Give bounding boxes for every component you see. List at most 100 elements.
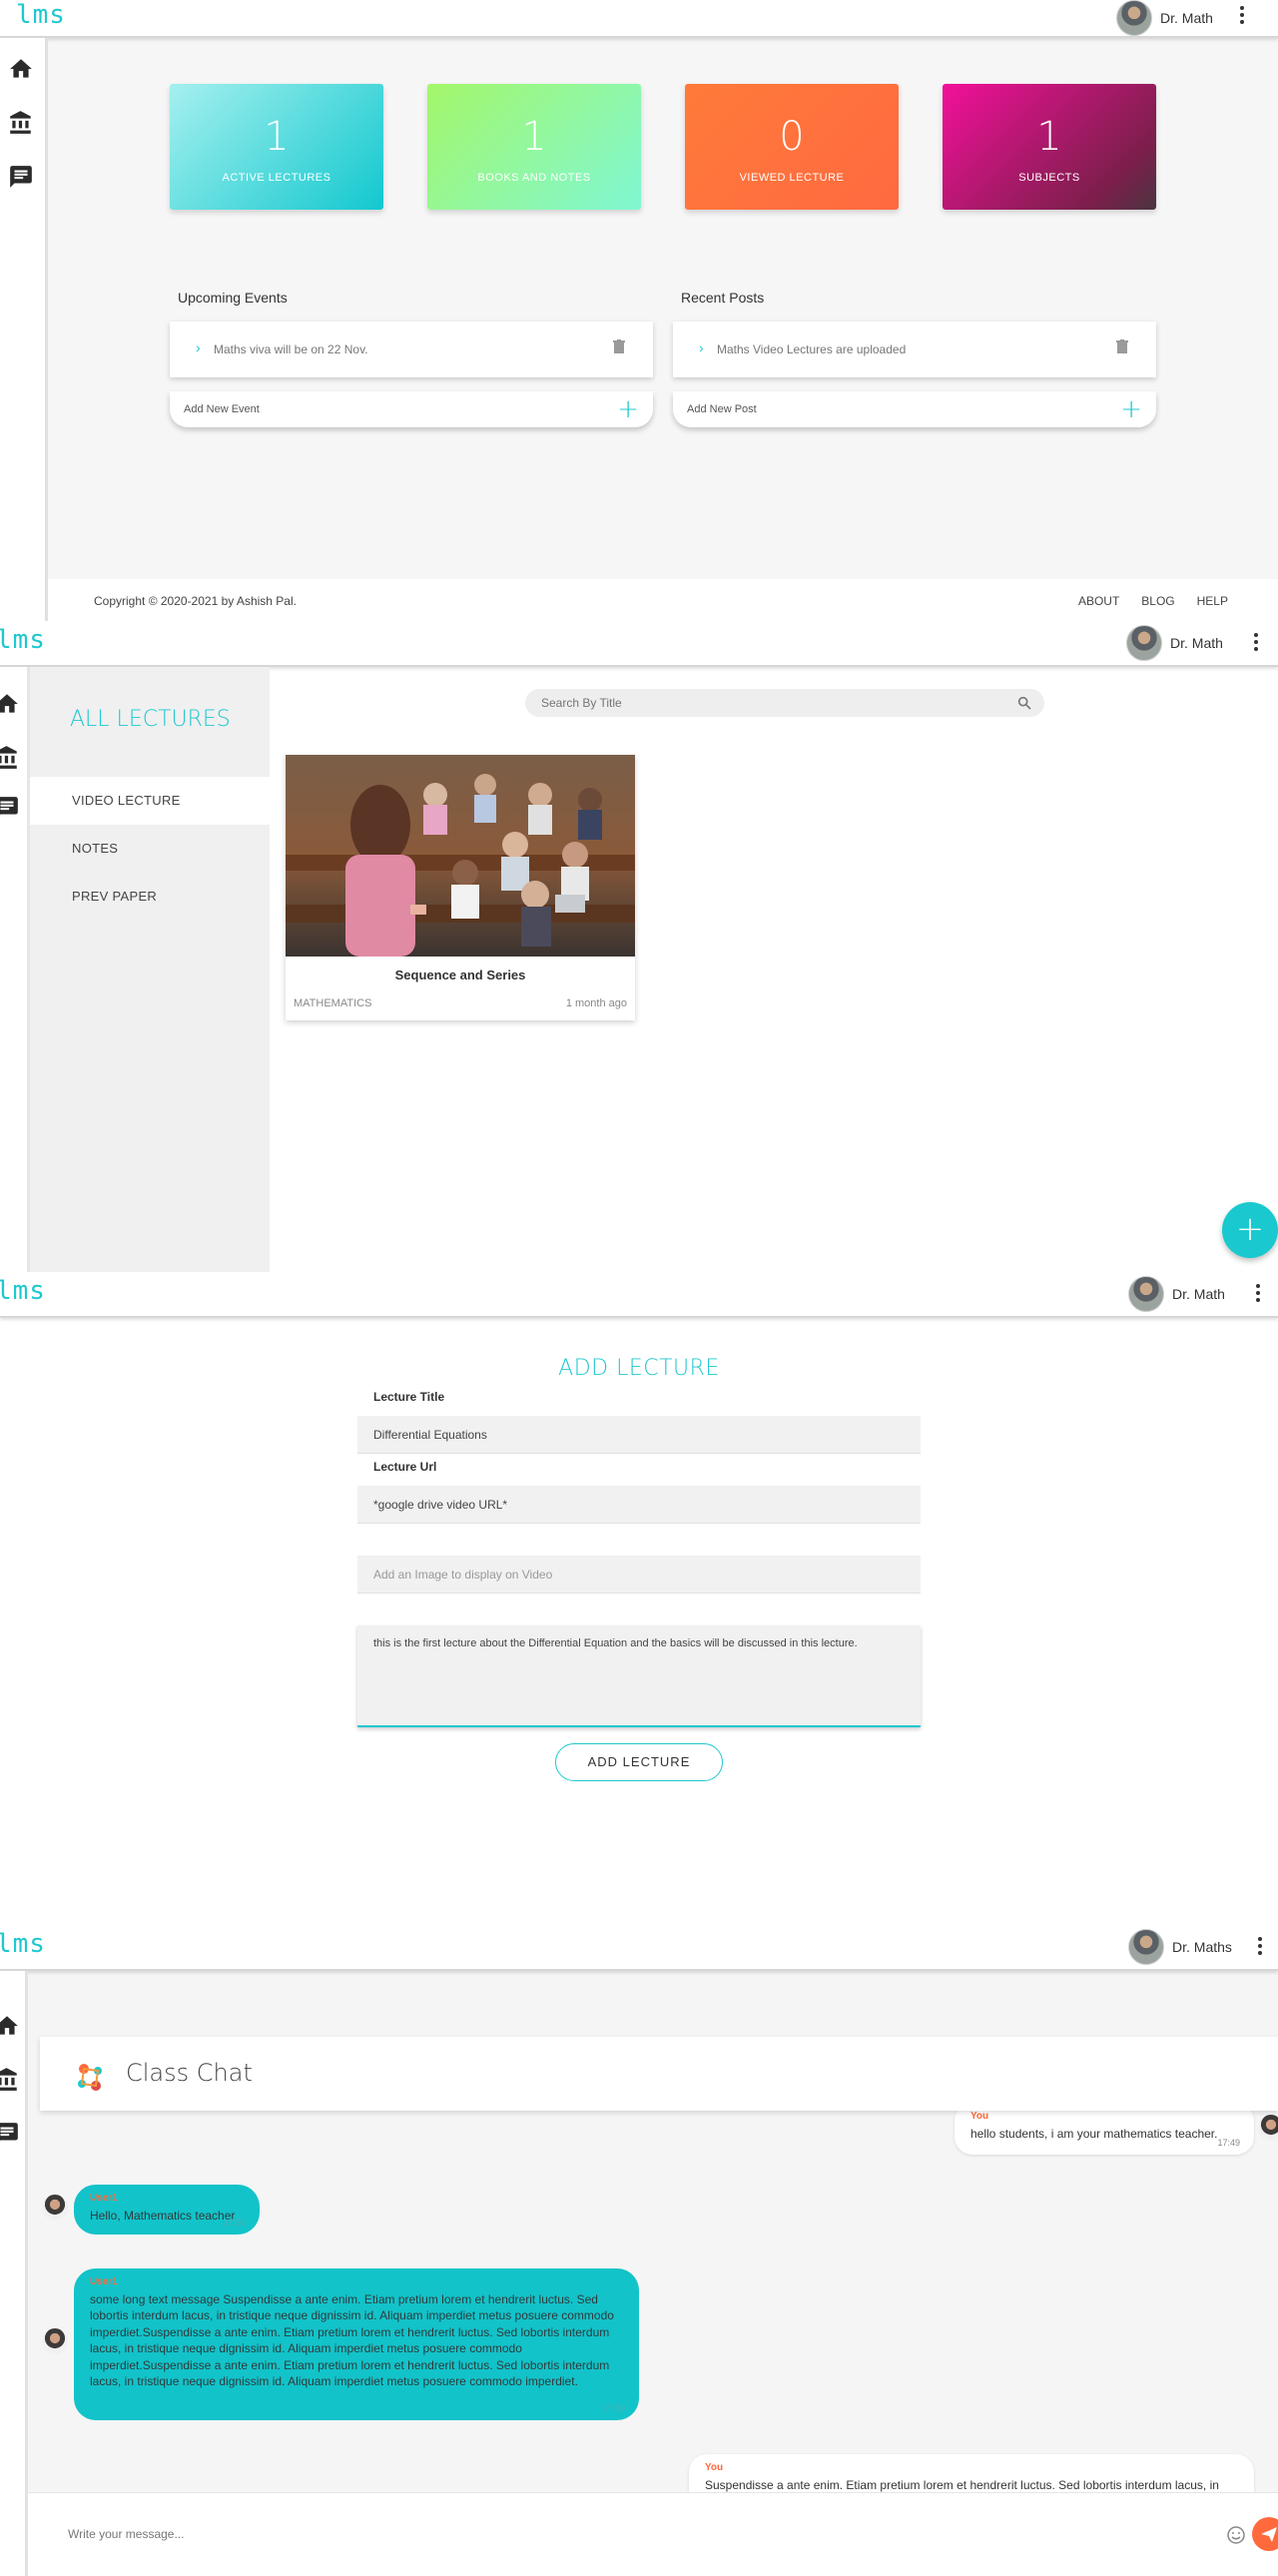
- left-nav-rail: [0, 1971, 28, 2576]
- plus-icon[interactable]: +: [617, 396, 639, 422]
- lecture-subject: MATHEMATICS: [294, 997, 372, 1009]
- trash-icon[interactable]: [1116, 339, 1128, 353]
- user-menu[interactable]: Dr. Maths: [1128, 1929, 1232, 1965]
- event-item[interactable]: › Maths viva will be on 22 Nov.: [170, 322, 653, 377]
- event-text: Maths viva will be on 22 Nov.: [214, 342, 368, 356]
- chat-icon[interactable]: [0, 795, 22, 823]
- search-bar: [525, 689, 1044, 717]
- user-menu[interactable]: Dr. Math: [1116, 0, 1213, 36]
- chat-message-incoming[interactable]: User1 Hello, Mathematics teacher 17:50: [74, 2185, 260, 2235]
- stat-label: SUBJECTS: [1018, 172, 1080, 184]
- stat-card-books-notes[interactable]: 1 BOOKS AND NOTES: [427, 84, 641, 210]
- message-time: 17:50: [602, 2402, 625, 2413]
- lecture-description-input[interactable]: this is the first lecture about the Diff…: [357, 1625, 921, 1727]
- user-name: Dr. Math: [1160, 10, 1213, 26]
- trash-icon[interactable]: [613, 339, 625, 353]
- chat-message-incoming[interactable]: User1 some long text message Suspendisse…: [74, 2268, 639, 2420]
- all-lectures-heading: ALL LECTURES: [70, 707, 231, 732]
- more-options-icon[interactable]: [1248, 1278, 1268, 1308]
- lecture-url-input[interactable]: [357, 1486, 921, 1524]
- lectures-side-panel: ALL LECTURES VIDEO LECTURE NOTES PREV PA…: [30, 667, 270, 1272]
- add-event-label: Add New Event: [184, 403, 260, 415]
- user-menu[interactable]: Dr. Math: [1128, 1276, 1225, 1312]
- send-icon: [1261, 2527, 1277, 2542]
- left-nav-rail: [0, 667, 30, 1272]
- avatar: [1258, 2115, 1278, 2141]
- more-options-icon[interactable]: [1232, 0, 1252, 30]
- footer-link-help[interactable]: HELP: [1197, 594, 1228, 608]
- search-icon[interactable]: [1016, 695, 1032, 711]
- nav-prev-paper[interactable]: PREV PAPER: [30, 873, 270, 921]
- plus-icon[interactable]: +: [1120, 396, 1142, 422]
- lectures-screen: lms Dr. Math ALL LECTURES VIDEO LECTURE …: [0, 621, 1278, 1272]
- library-icon[interactable]: [0, 2067, 22, 2095]
- app-logo[interactable]: lms: [16, 0, 66, 30]
- post-item[interactable]: › Maths Video Lectures are uploaded: [673, 322, 1156, 377]
- more-options-icon[interactable]: [1250, 1931, 1270, 1961]
- message-sender: User1: [90, 2193, 118, 2204]
- stat-card-viewed-lecture[interactable]: 0 VIEWED LECTURE: [685, 84, 899, 210]
- add-post-row[interactable]: Add New Post +: [673, 391, 1156, 427]
- lecture-image-input[interactable]: [357, 1556, 921, 1594]
- chat-screen: lms Dr. Maths You hello students, i am y…: [0, 1923, 1278, 2576]
- avatar: [42, 2328, 68, 2354]
- top-bar: lms Dr. Math: [0, 621, 1278, 667]
- stat-card-subjects[interactable]: 1 SUBJECTS: [943, 84, 1156, 210]
- home-icon[interactable]: [8, 56, 36, 84]
- add-lecture-button[interactable]: ADD LECTURE: [555, 1743, 723, 1781]
- avatar[interactable]: [1116, 0, 1152, 36]
- avatar[interactable]: [1126, 625, 1162, 661]
- chat-icon[interactable]: [0, 2121, 22, 2149]
- footer-link-blog[interactable]: BLOG: [1141, 594, 1174, 608]
- user-menu[interactable]: Dr. Math: [1126, 625, 1223, 661]
- form-title: ADD LECTURE: [558, 1356, 720, 1381]
- chat-title: Class Chat: [126, 2059, 253, 2087]
- add-lecture-screen: lms Dr. Math ADD LECTURE Lecture Title L…: [0, 1272, 1278, 1923]
- footer: Copyright © 2020-2021 by Ashish Pal. ABO…: [48, 579, 1278, 621]
- user-name: Dr. Math: [1172, 1286, 1225, 1302]
- copyright-text: Copyright © 2020-2021 by Ashish Pal.: [94, 594, 297, 608]
- add-post-label: Add New Post: [687, 403, 757, 415]
- nav-video-lecture[interactable]: VIDEO LECTURE: [30, 777, 270, 825]
- home-icon[interactable]: [0, 2013, 22, 2041]
- top-bar: lms Dr. Math: [0, 0, 1278, 38]
- search-input[interactable]: [541, 694, 980, 712]
- chevron-right-icon: ›: [196, 339, 201, 355]
- message-text: Hello, Mathematics teacher: [90, 2208, 236, 2223]
- message-text: some long text message Suspendisse a ant…: [90, 2291, 614, 2389]
- lecture-title: Sequence and Series: [394, 967, 526, 982]
- post-text: Maths Video Lectures are uploaded: [717, 342, 907, 356]
- send-button[interactable]: [1252, 2517, 1278, 2551]
- message-composer: [28, 2492, 1278, 2576]
- emoji-icon[interactable]: [1226, 2525, 1246, 2545]
- more-options-icon[interactable]: [1246, 627, 1266, 657]
- nav-notes[interactable]: NOTES: [30, 825, 270, 873]
- left-nav-rail: [0, 38, 48, 621]
- add-event-row[interactable]: Add New Event +: [170, 391, 653, 427]
- app-logo[interactable]: lms: [0, 1929, 46, 1959]
- library-icon[interactable]: [8, 110, 36, 138]
- chat-icon[interactable]: [8, 164, 36, 192]
- lecture-card[interactable]: Sequence and Series MATHEMATICS 1 month …: [286, 755, 635, 1020]
- app-logo[interactable]: lms: [0, 1276, 46, 1306]
- add-lecture-fab[interactable]: +: [1222, 1202, 1278, 1258]
- recent-posts-title: Recent Posts: [681, 290, 765, 306]
- user-name: Dr. Math: [1170, 635, 1223, 651]
- message-sender: You: [705, 2462, 724, 2473]
- lecture-thumbnail[interactable]: [286, 755, 635, 957]
- stat-card-active-lectures[interactable]: 1 ACTIVE LECTURES: [170, 84, 383, 210]
- chevron-right-icon: ›: [699, 339, 704, 355]
- avatar[interactable]: [1128, 1929, 1164, 1965]
- message-input[interactable]: [68, 2523, 1166, 2545]
- home-icon[interactable]: [0, 691, 22, 719]
- user-name: Dr. Maths: [1172, 1939, 1232, 1955]
- lecture-title-input[interactable]: [357, 1416, 921, 1454]
- library-icon[interactable]: [0, 745, 22, 773]
- stat-value: 0: [779, 114, 805, 160]
- footer-link-about[interactable]: ABOUT: [1078, 594, 1119, 608]
- avatar: [42, 2195, 68, 2221]
- footer-links: ABOUT BLOG HELP: [1078, 594, 1228, 608]
- message-sender: You: [970, 2111, 989, 2122]
- avatar[interactable]: [1128, 1276, 1164, 1312]
- app-logo[interactable]: lms: [0, 625, 46, 655]
